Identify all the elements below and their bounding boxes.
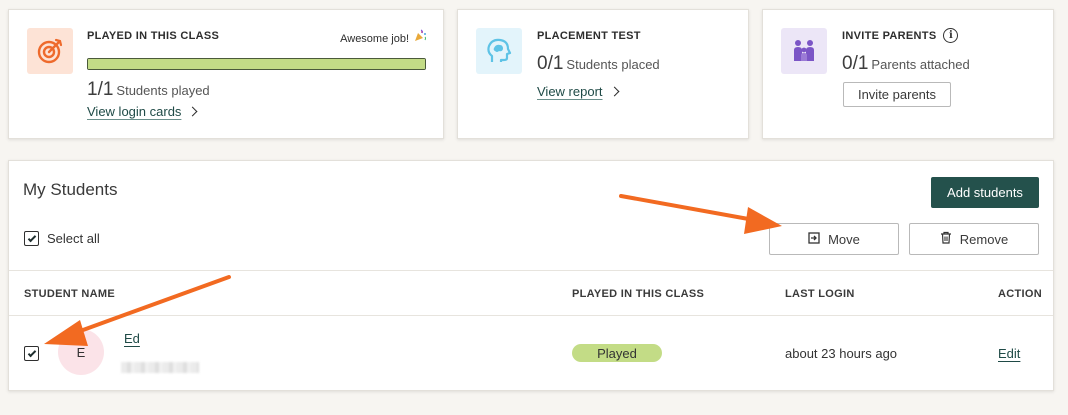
target-icon	[27, 28, 73, 74]
brain-head-icon	[476, 28, 522, 74]
move-button[interactable]: Move	[769, 223, 899, 255]
edit-link[interactable]: Edit	[998, 346, 1020, 361]
placement-card-title: PLACEMENT TEST	[537, 30, 641, 42]
chevron-right-icon	[187, 106, 198, 117]
placement-test-card: PLACEMENT TEST 0/1 Students placed View …	[457, 9, 749, 139]
student-username-redacted	[121, 362, 199, 373]
played-progress-bar	[87, 58, 426, 70]
played-in-class-card: PLAYED IN THIS CLASS Awesome job! 1/1 St…	[8, 9, 444, 139]
party-popper-icon	[413, 29, 427, 48]
parents-count-label: Parents attached	[871, 57, 970, 72]
parents-title-row: INVITE PARENTS i	[842, 28, 959, 43]
played-count-label: Students played	[116, 83, 210, 98]
check-icon	[27, 233, 36, 242]
trash-icon	[940, 231, 952, 247]
view-login-cards-link[interactable]: View login cards	[87, 104, 198, 119]
check-icon	[27, 348, 36, 357]
awesome-job-badge: Awesome job!	[340, 29, 427, 48]
move-icon	[808, 231, 820, 247]
last-login-value: about 23 hours ago	[785, 346, 898, 361]
parents-count: 0/1	[842, 53, 869, 74]
played-count-line: 1/1 Students played	[87, 79, 210, 101]
column-action: ACTION	[998, 288, 1042, 300]
played-progress-fill	[88, 59, 425, 69]
family-icon	[781, 28, 827, 74]
invite-parents-card: INVITE PARENTS i 0/1 Parents attached In…	[762, 9, 1054, 139]
my-students-panel: My Students Add students Select all Move…	[8, 160, 1054, 391]
view-report-text[interactable]: View report	[537, 84, 603, 99]
chevron-right-icon	[609, 86, 619, 97]
move-label: Move	[828, 231, 860, 247]
column-student-name: STUDENT NAME	[24, 288, 115, 300]
invite-parents-button[interactable]: Invite parents	[843, 82, 951, 107]
remove-label: Remove	[959, 231, 1009, 247]
select-all-checkbox[interactable]	[24, 231, 39, 246]
status-badge: Played	[572, 344, 662, 362]
student-name-link[interactable]: Ed	[124, 331, 140, 346]
parents-card-title: INVITE PARENTS	[842, 29, 937, 42]
column-last-login: LAST LOGIN	[785, 288, 855, 300]
row-checkbox[interactable]	[24, 346, 39, 361]
parents-count-line: 0/1 Parents attached	[842, 53, 970, 75]
placement-count: 0/1	[537, 53, 564, 74]
played-count: 1/1	[87, 79, 114, 100]
my-students-heading: My Students	[23, 180, 118, 199]
awesome-job-text: Awesome job!	[340, 32, 409, 45]
placement-count-line: 0/1 Students placed	[537, 53, 660, 75]
avatar: E	[58, 329, 104, 375]
placement-count-label: Students placed	[566, 57, 660, 72]
info-icon[interactable]: i	[943, 28, 959, 43]
remove-button[interactable]: Remove	[909, 223, 1039, 255]
played-card-title: PLAYED IN THIS CLASS	[87, 30, 220, 42]
select-all-control[interactable]: Select all	[24, 231, 100, 246]
avatar-initial: E	[76, 344, 86, 360]
column-played: PLAYED IN THIS CLASS	[572, 288, 705, 300]
header-divider-bottom	[9, 315, 1053, 316]
header-divider-top	[9, 270, 1053, 271]
view-login-cards-text[interactable]: View login cards	[87, 104, 181, 119]
select-all-label: Select all	[47, 231, 100, 246]
view-report-link[interactable]: View report	[537, 84, 619, 99]
add-students-button[interactable]: Add students	[931, 177, 1039, 208]
